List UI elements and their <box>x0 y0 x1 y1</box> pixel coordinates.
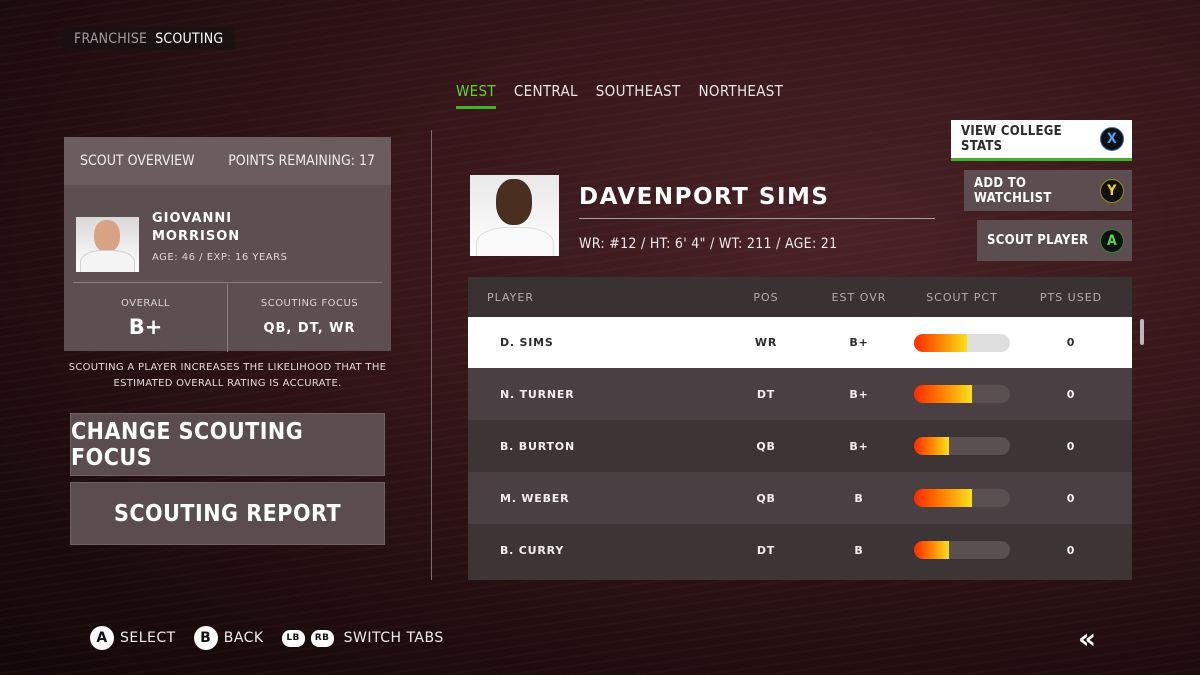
row-pos: DT <box>756 387 776 401</box>
table-row[interactable]: B. CURRY DT B 0 <box>468 524 1132 576</box>
breadcrumb: FRANCHISE SCOUTING <box>62 27 236 50</box>
header-pos: POS <box>753 290 779 304</box>
table-row[interactable]: N. TURNER DT B+ 0 <box>468 368 1132 420</box>
row-est-ovr: B <box>854 543 864 557</box>
table-row[interactable]: D. SIMS WR B+ 0 <box>468 317 1132 368</box>
legend-back[interactable]: B BACK <box>193 626 264 650</box>
row-player: B. BURTON <box>500 439 575 453</box>
tab-central[interactable]: CENTRAL <box>514 82 578 109</box>
scout-meta: AGE: 46 / EXP: 16 YEARS <box>152 252 288 263</box>
header-player: PLAYER <box>487 290 534 304</box>
header-scout-pct: SCOUT PCT <box>926 290 998 304</box>
player-name: DAVENPORT SIMS <box>579 184 935 219</box>
lb-button-icon: LB <box>281 629 305 647</box>
overview-divider <box>73 282 382 283</box>
scout-pct-fill <box>914 541 949 559</box>
scout-stats: OVERALL B+ SCOUTING FOCUS QB, DT, WR <box>64 284 391 352</box>
table-row[interactable]: M. WEBER QB B 0 <box>468 472 1132 524</box>
legend-select-label: SELECT <box>120 630 176 646</box>
row-pts-used: 0 <box>1066 439 1076 453</box>
rb-button-icon: RB <box>310 629 334 647</box>
legend-switch-label: SWITCH TABS <box>343 630 444 646</box>
tab-southeast[interactable]: SOUTHEAST <box>596 82 681 109</box>
scouting-note: SCOUTING A PLAYER INCREASES THE LIKELIHO… <box>68 362 387 389</box>
scout-pct-bar <box>914 333 1010 352</box>
row-pos: DT <box>756 543 776 557</box>
a-button-icon: A <box>90 626 114 650</box>
tab-west[interactable]: WEST <box>456 82 496 109</box>
scout-pct-fill <box>914 333 967 352</box>
scout-pct-fill <box>914 489 972 507</box>
legend-back-label: BACK <box>223 630 264 646</box>
header-pts-used: PTS USED <box>1039 290 1103 304</box>
view-college-stats-label: VIEW COLLEGE STATS <box>961 124 1062 154</box>
controls-legend: A SELECT B BACK LB RB SWITCH TABS <box>90 626 462 650</box>
tab-northeast[interactable]: NORTHEAST <box>699 82 784 109</box>
breadcrumb-current: SCOUTING <box>155 30 224 47</box>
scout-name: GIOVANNI MORRISON <box>152 211 241 244</box>
row-pts-used: 0 <box>1066 491 1076 505</box>
back-arrows-icon[interactable]: « <box>1078 622 1096 655</box>
view-college-stats-button[interactable]: VIEW COLLEGE STATS X <box>951 120 1132 161</box>
add-to-watchlist-button[interactable]: ADD TO WATCHLIST Y <box>964 170 1132 211</box>
focus-value: QB, DT, WR <box>263 321 356 336</box>
region-tabs: WEST CENTRAL SOUTHEAST NORTHEAST <box>456 82 783 109</box>
scout-overview-header: SCOUT OVERVIEW POINTS REMAINING: 17 <box>64 137 391 185</box>
scout-pct-bar <box>914 541 1010 559</box>
focus-stat: SCOUTING FOCUS QB, DT, WR <box>227 284 391 352</box>
points-remaining: POINTS REMAINING: 17 <box>228 153 375 169</box>
table-scrollbar[interactable] <box>1140 319 1144 345</box>
a-button-icon: A <box>1100 228 1124 253</box>
row-est-ovr: B <box>854 491 864 505</box>
scout-info: GIOVANNI MORRISON AGE: 46 / EXP: 16 YEAR… <box>64 185 391 272</box>
row-pts-used: 0 <box>1066 543 1076 557</box>
row-pos: QB <box>756 491 776 505</box>
add-to-watchlist-label: ADD TO WATCHLIST <box>974 175 1052 206</box>
change-scouting-focus-button[interactable]: CHANGE SCOUTING FOCUS <box>70 413 385 476</box>
row-pos: WR <box>754 336 778 349</box>
row-est-ovr: B+ <box>849 387 869 401</box>
legend-switch-tabs[interactable]: LB RB SWITCH TABS <box>281 629 444 647</box>
scout-pct-fill <box>914 437 949 455</box>
scout-pct-fill <box>914 385 972 403</box>
row-pos: QB <box>756 439 776 453</box>
focus-label: SCOUTING FOCUS <box>260 298 359 309</box>
row-player: D. SIMS <box>500 336 554 349</box>
overall-value: B+ <box>128 315 163 339</box>
scout-overview-title: SCOUT OVERVIEW <box>80 153 195 169</box>
overall-stat: OVERALL B+ <box>64 284 227 352</box>
scout-player-label: SCOUT PLAYER <box>987 233 1089 248</box>
scout-pct-bar <box>914 437 1010 455</box>
y-button-icon: Y <box>1100 178 1124 203</box>
overall-label: OVERALL <box>121 298 170 309</box>
player-photo <box>470 175 559 256</box>
scout-pct-bar <box>914 385 1010 403</box>
table-header: PLAYER POS EST OVR SCOUT PCT PTS USED <box>468 277 1132 317</box>
row-est-ovr: B+ <box>849 439 869 453</box>
x-button-icon: X <box>1100 127 1124 151</box>
row-player: N. TURNER <box>500 387 575 401</box>
player-meta: WR: #12 / HT: 6' 4" / WT: 211 / AGE: 21 <box>579 236 838 252</box>
row-player: M. WEBER <box>500 491 570 505</box>
vertical-divider <box>431 130 432 580</box>
row-est-ovr: B+ <box>849 336 869 349</box>
breadcrumb-parent: FRANCHISE <box>74 30 148 47</box>
table-row[interactable]: B. BURTON QB B+ 0 <box>468 420 1132 472</box>
prospect-table: PLAYER POS EST OVR SCOUT PCT PTS USED D.… <box>468 277 1132 580</box>
scouting-report-button[interactable]: SCOUTING REPORT <box>70 482 385 545</box>
scout-player-button[interactable]: SCOUT PLAYER A <box>977 220 1132 261</box>
scout-avatar <box>76 217 139 272</box>
scout-overview-card: SCOUT OVERVIEW POINTS REMAINING: 17 GIOV… <box>64 137 391 352</box>
row-pts-used: 0 <box>1066 336 1076 349</box>
legend-select[interactable]: A SELECT <box>90 626 176 650</box>
row-pts-used: 0 <box>1066 387 1076 401</box>
header-est-ovr: EST OVR <box>831 290 887 304</box>
b-button-icon: B <box>193 626 218 650</box>
scout-pct-bar <box>914 489 1010 507</box>
row-player: B. CURRY <box>500 543 565 557</box>
